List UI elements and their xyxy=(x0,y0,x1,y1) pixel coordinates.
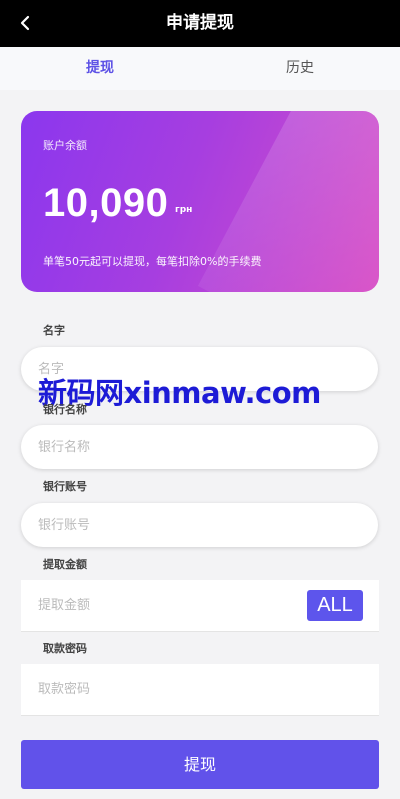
name-label: 名字 xyxy=(43,324,65,337)
tab-withdraw[interactable]: 提现 xyxy=(0,47,200,90)
balance-label: 账户余额 xyxy=(43,139,87,152)
bank-name-input[interactable] xyxy=(21,425,378,469)
tab-bar: 提现 历史 xyxy=(0,47,400,90)
amount-label: 提取金额 xyxy=(43,558,87,571)
bank-account-label: 银行账号 xyxy=(43,480,87,493)
withdraw-fee-note: 单笔50元起可以提现，每笔扣除0%的手续费 xyxy=(43,255,262,268)
bank-name-label: 银行名称 xyxy=(43,403,87,416)
all-amount-button[interactable]: ALL xyxy=(307,590,363,621)
balance-card: 账户余额 10,090 грн 单笔50元起可以提现，每笔扣除0%的手续费 xyxy=(21,111,379,292)
tab-history[interactable]: 历史 xyxy=(200,47,400,90)
bank-account-input[interactable] xyxy=(21,503,378,547)
app-header: 申请提现 xyxy=(0,0,400,47)
page-title: 申请提现 xyxy=(166,13,234,33)
password-input[interactable] xyxy=(21,664,379,716)
balance-currency: грн xyxy=(175,205,193,215)
name-input[interactable] xyxy=(21,347,378,391)
password-label: 取款密码 xyxy=(43,642,87,655)
balance-amount: 10,090 xyxy=(43,181,169,225)
submit-withdraw-button[interactable]: 提现 xyxy=(21,740,379,789)
